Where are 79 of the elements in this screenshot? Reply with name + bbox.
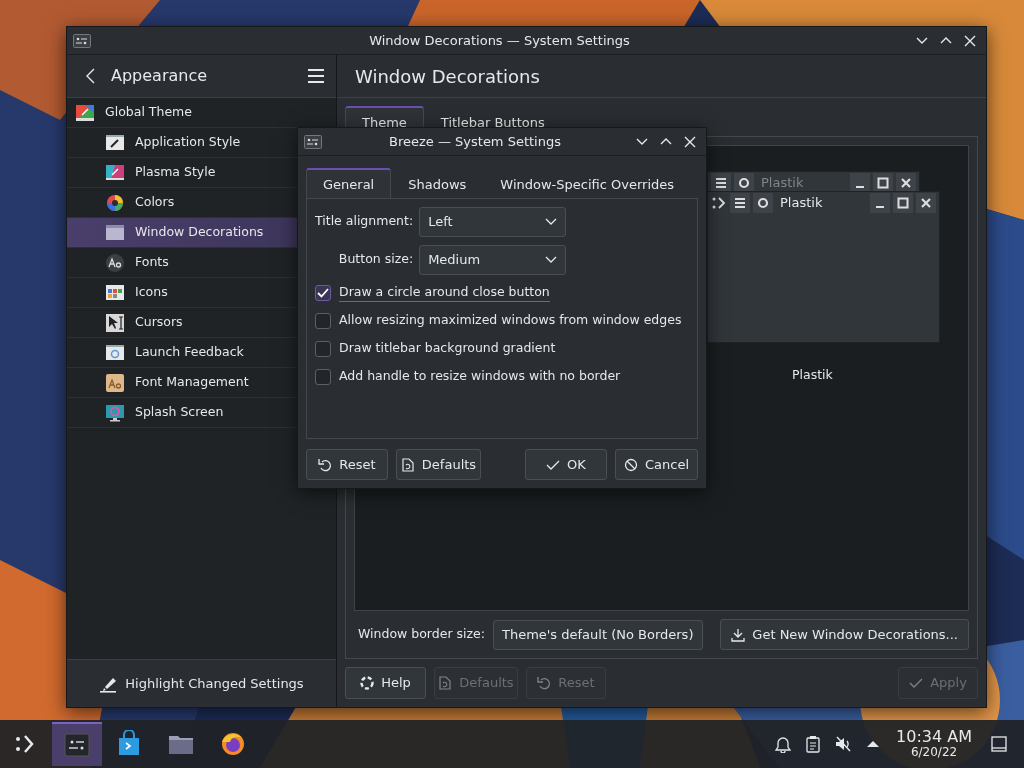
dropdown[interactable]: Medium: [419, 244, 567, 275]
cursor-icon: [105, 312, 125, 333]
check-icon: [317, 287, 329, 298]
check-icon: [909, 676, 924, 690]
chevron-up-icon: [660, 138, 672, 145]
clipboard-icon: [804, 735, 823, 753]
caret-icon: [545, 217, 558, 226]
chevron-up-icon: [940, 37, 952, 44]
get-new-button[interactable]: Get New Window Decorations...: [720, 619, 969, 650]
maximize-icon: [897, 196, 909, 209]
clock-time[interactable]: 10:34 AM: [896, 729, 972, 747]
undo-icon: [537, 676, 552, 690]
window-title: Window Decorations — System Settings: [368, 31, 631, 50]
menu-icon: [715, 176, 727, 189]
checkbox[interactable]: [315, 312, 331, 329]
dropdown[interactable]: Theme's default (No Borders): [492, 619, 703, 650]
menu-icon: [734, 196, 746, 209]
close-icon: [900, 176, 912, 189]
color-wheel-icon: [105, 192, 125, 213]
field-label: Window border size:: [358, 625, 485, 644]
preview-caption: Plastik: [792, 365, 833, 384]
tab[interactable]: General: [306, 168, 392, 199]
page-title: Window Decorations: [337, 55, 986, 98]
close-icon: [920, 196, 932, 209]
ring-icon: [757, 196, 769, 209]
settings-app-icon: [63, 731, 91, 759]
checkbox[interactable]: [315, 368, 331, 385]
document-icon: [400, 457, 415, 472]
checkbox-label[interactable]: Add handle to resize windows with no border: [339, 367, 621, 386]
dropdown[interactable]: Left: [419, 206, 567, 237]
menu-button[interactable]: [306, 66, 326, 86]
browser-icon: [219, 730, 247, 758]
monitor-icon: [105, 402, 125, 423]
maximize-icon: [877, 176, 889, 189]
desktop-icon: [990, 735, 1008, 753]
checkbox-label[interactable]: Draw titlebar background gradient: [339, 339, 556, 358]
app-icon: [73, 33, 91, 48]
close-icon: [964, 34, 976, 47]
close-icon: [684, 135, 696, 148]
tab[interactable]: Window-Specific Overrides: [483, 169, 691, 199]
window-icon: [105, 222, 125, 243]
checkbox[interactable]: [315, 284, 331, 301]
cancel-button[interactable]: Cancel: [615, 449, 698, 480]
notification-icon: [774, 735, 793, 753]
chevron-down-icon: [636, 138, 648, 145]
ring-icon: [738, 176, 750, 189]
undo-icon: [318, 457, 333, 472]
brush-window-icon: [105, 132, 125, 153]
sidebar-title: Appearance: [111, 65, 209, 87]
checkbox-label[interactable]: Draw a circle around close button: [339, 282, 550, 303]
ok-button[interactable]: OK: [525, 449, 607, 480]
lifebuoy-icon: [360, 676, 375, 690]
help-button[interactable]: Help: [345, 667, 426, 699]
preview-title: Plastik: [761, 173, 805, 192]
clock-date[interactable]: 6/20/22: [910, 746, 958, 759]
muted-speaker-icon: [834, 735, 853, 753]
preview-window[interactable]: Plastik: [707, 190, 940, 343]
spinner-window-icon: [105, 342, 125, 363]
field-label: Button size:: [337, 250, 414, 269]
brush-screen-icon: [105, 162, 125, 183]
chevron-down-icon: [916, 37, 928, 44]
document-icon: [438, 676, 453, 690]
preview-title: Plastik: [780, 193, 824, 212]
checkbox-label[interactable]: Allow resizing maximized windows from window edges: [339, 311, 682, 330]
icon-grid-icon: [105, 282, 125, 303]
cancel-icon: [624, 457, 638, 472]
caret-icon: [545, 255, 558, 264]
minimize-icon: [856, 185, 864, 188]
reset-button[interactable]: Reset: [306, 449, 388, 480]
app-icon: [304, 134, 322, 149]
tab[interactable]: Shadows: [391, 169, 484, 199]
letters-icon: [105, 252, 125, 273]
checkbox[interactable]: [315, 340, 331, 357]
download-icon: [731, 627, 746, 642]
dots-icon: [711, 194, 727, 211]
palette-icon: [75, 102, 95, 123]
minimize-icon: [876, 205, 884, 208]
defaults-button[interactable]: Defaults: [396, 449, 481, 480]
font-box-icon: [105, 372, 125, 393]
